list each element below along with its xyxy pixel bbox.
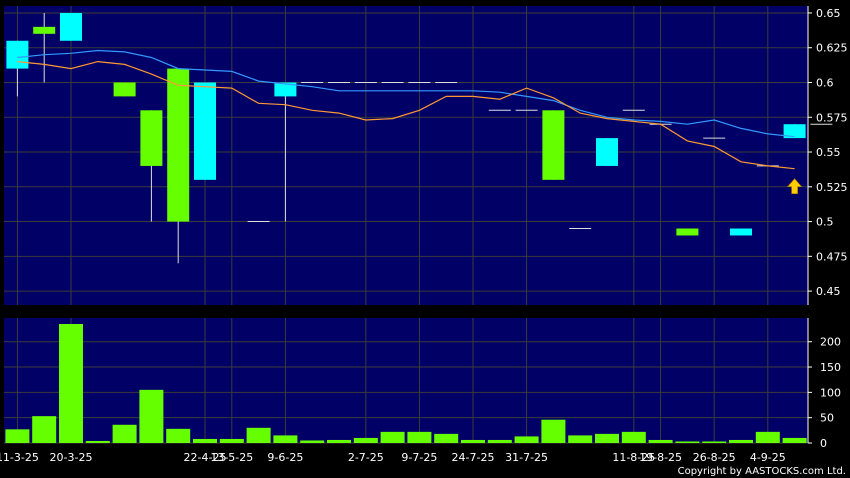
x-tick-label: 13-5-25 — [210, 451, 253, 464]
volume-panel — [4, 318, 808, 443]
candle-body — [167, 68, 190, 222]
price-y-tick-label: 0.475 — [816, 250, 848, 263]
volume-bar — [112, 424, 137, 443]
volume-bar — [193, 438, 217, 443]
volume-bar — [595, 433, 619, 443]
price-y-tick-label: 0.65 — [816, 7, 841, 20]
x-tick-label: 11-3-25 — [0, 451, 39, 464]
volume-bar — [85, 440, 110, 443]
candle-body — [542, 110, 565, 180]
price-y-tick-label: 0.5 — [816, 216, 834, 229]
candle-body — [113, 82, 136, 97]
volume-y-tick-label: 200 — [820, 336, 841, 349]
price-y-tick-label: 0.525 — [816, 181, 848, 194]
candle-body — [730, 228, 752, 236]
candle-body — [194, 82, 216, 180]
volume-bar — [621, 431, 646, 443]
volume-bar — [407, 431, 432, 443]
volume-bar — [327, 439, 351, 443]
x-tick-label: 9-7-25 — [401, 451, 437, 464]
candle-body — [60, 12, 82, 41]
volume-bar — [675, 441, 700, 443]
volume-bar — [755, 431, 780, 443]
volume-bar — [353, 437, 378, 443]
volume-bar — [782, 437, 807, 443]
candle-body — [140, 110, 163, 166]
price-y-tick-label: 0.6 — [816, 76, 834, 89]
candle-body — [6, 40, 29, 69]
volume-y-tick-label: 0 — [820, 437, 827, 450]
volume-bar — [487, 439, 512, 443]
volume-y-tick-label: 150 — [820, 361, 841, 374]
price-y-tick-label: 0.45 — [816, 285, 841, 298]
volume-bar — [5, 429, 30, 443]
volume-bar — [246, 427, 271, 443]
volume-bar — [380, 431, 405, 443]
x-tick-label: 20-3-25 — [50, 451, 93, 464]
volume-bar — [514, 436, 539, 443]
volume-bar — [729, 439, 753, 443]
x-tick-label: 26-8-25 — [693, 451, 736, 464]
price-y-tick-label: 0.575 — [816, 111, 848, 124]
volume-bar — [166, 428, 191, 443]
volume-y-tick-label: 50 — [820, 412, 834, 425]
price-panel — [4, 6, 808, 305]
candle-body — [676, 228, 699, 236]
volume-bar — [434, 433, 459, 443]
volume-bar — [461, 439, 485, 443]
volume-bar — [541, 419, 566, 443]
copyright-text: Copyright by AASTOCKS.com Ltd. — [677, 466, 846, 477]
price-y-tick-label: 0.625 — [816, 42, 848, 55]
volume-bar — [273, 435, 298, 443]
price-y-tick-label: 0.55 — [816, 146, 841, 159]
candle-body — [33, 26, 56, 34]
volume-y-tick-label: 100 — [820, 386, 841, 399]
volume-bar — [568, 435, 593, 443]
x-tick-label: 9-6-25 — [267, 451, 303, 464]
volume-bar — [139, 389, 164, 443]
volume-bar — [648, 439, 673, 443]
x-tick-label: 4-9-25 — [750, 451, 786, 464]
x-tick-label: 19-8-25 — [639, 451, 682, 464]
volume-bar — [702, 441, 727, 443]
candle-body — [596, 138, 618, 166]
volume-bar — [32, 416, 57, 443]
volume-bar — [300, 440, 325, 443]
x-tick-label: 2-7-25 — [348, 451, 384, 464]
volume-bar — [59, 324, 83, 443]
stock-chart: 0.45 0.475 0.5 0.525 0.55 0.575 0.6 0.625 0.65 0 5… — [0, 6, 848, 464]
x-tick-label: 24-7-25 — [452, 451, 495, 464]
volume-bar — [219, 438, 244, 443]
x-tick-label: 31-7-25 — [505, 451, 548, 464]
